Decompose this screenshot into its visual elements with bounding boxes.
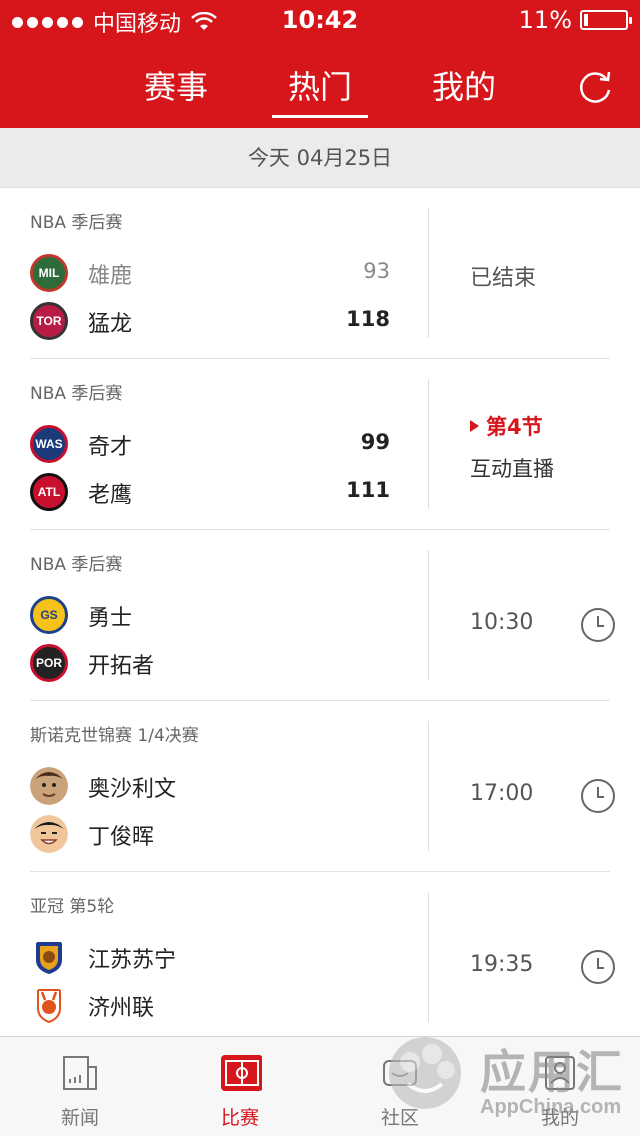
tab-label: 新闻 bbox=[60, 1107, 99, 1129]
match-card[interactable]: 斯诺克世锦赛 1/4决赛 奥沙利文 丁俊晖 17:00 bbox=[0, 701, 640, 872]
pitch-icon bbox=[221, 1055, 262, 1091]
team-row: 丁俊晖 bbox=[30, 815, 390, 853]
league-label: 斯诺克世锦赛 1/4决赛 bbox=[30, 726, 199, 746]
team-logo-icon: WAS bbox=[30, 425, 68, 463]
live-period: 第4节 bbox=[470, 411, 543, 441]
tab-news[interactable]: 新闻 bbox=[0, 1037, 160, 1136]
watermark-subtext: AppChina.com bbox=[480, 1096, 622, 1118]
team-name: 开拓者 bbox=[88, 654, 155, 679]
club-crest bbox=[36, 942, 62, 974]
clock-icon[interactable] bbox=[580, 949, 616, 985]
divider bbox=[428, 379, 429, 509]
newspaper-icon bbox=[63, 1056, 97, 1090]
team-name: 勇士 bbox=[88, 606, 133, 631]
team-row: POR 开拓者 bbox=[30, 644, 390, 682]
clock-icon[interactable] bbox=[580, 778, 616, 814]
play-triangle-icon bbox=[470, 420, 479, 432]
team-name: 江苏苏宁 bbox=[88, 948, 177, 973]
team-logo-icon: ATL bbox=[30, 473, 68, 511]
match-time: 10:30 bbox=[470, 610, 534, 635]
tab-events[interactable]: 赛事 bbox=[116, 62, 236, 108]
match-card[interactable]: NBA 季后赛 GS 勇士 POR 开拓者 10:30 bbox=[0, 530, 640, 701]
status-bar: 中国移动 10:42 11% bbox=[0, 0, 640, 40]
team-name: 奥沙利文 bbox=[88, 777, 177, 802]
appchina-watermark: 应用汇 AppChina.com bbox=[380, 1022, 640, 1132]
match-card[interactable]: NBA 季后赛 WAS 奇才 99 ATL 老鹰 111 第4节 互动直播 bbox=[0, 359, 640, 530]
team-row: 奥沙利文 bbox=[30, 767, 390, 805]
player-avatar bbox=[30, 767, 68, 805]
team-score: 99 bbox=[360, 430, 390, 454]
match-time: 17:00 bbox=[470, 781, 534, 806]
team-row: MIL 雄鹿 93 bbox=[30, 254, 390, 292]
tab-hot[interactable]: 热门 bbox=[260, 62, 380, 108]
match-status: 已结束 bbox=[470, 266, 537, 291]
league-label: NBA 季后赛 bbox=[30, 555, 123, 575]
team-name: 雄鹿 bbox=[88, 264, 133, 289]
match-card[interactable]: 亚冠 第5轮 江苏苏宁 济州联 19:35 bbox=[0, 872, 640, 1036]
battery-percent: 11% bbox=[518, 6, 572, 34]
team-row: GS 勇士 bbox=[30, 596, 390, 634]
team-row: WAS 奇才 99 bbox=[30, 425, 390, 463]
team-row: ATL 老鹰 111 bbox=[30, 473, 390, 511]
active-tab-indicator bbox=[272, 115, 368, 118]
divider bbox=[428, 721, 429, 851]
team-name: 猛龙 bbox=[88, 312, 133, 337]
match-card[interactable]: NBA 季后赛 MIL 雄鹿 93 TOR 猛龙 118 已结束 bbox=[0, 188, 640, 359]
match-time: 19:35 bbox=[470, 952, 534, 977]
team-row: 济州联 bbox=[30, 986, 390, 1024]
live-broadcast-link[interactable]: 互动直播 bbox=[470, 453, 554, 483]
watermark-logo-icon bbox=[389, 1037, 461, 1109]
divider bbox=[428, 208, 429, 338]
league-label: 亚冠 第5轮 bbox=[30, 897, 115, 917]
clock-icon[interactable] bbox=[580, 607, 616, 643]
team-logo-icon: MIL bbox=[30, 254, 68, 292]
date-bar: 今天 04月25日 bbox=[0, 128, 640, 188]
divider bbox=[428, 892, 429, 1022]
match-list: NBA 季后赛 MIL 雄鹿 93 TOR 猛龙 118 已结束 NBA 季后赛… bbox=[0, 188, 640, 1036]
team-score: 93 bbox=[363, 259, 390, 283]
team-row: 江苏苏宁 bbox=[30, 938, 390, 976]
player-avatar bbox=[30, 815, 68, 853]
battery-fill bbox=[584, 14, 588, 26]
team-logo-icon: GS bbox=[30, 596, 68, 634]
league-label: NBA 季后赛 bbox=[30, 384, 123, 404]
team-score: 111 bbox=[346, 478, 390, 502]
status-right: 11% bbox=[518, 6, 632, 34]
battery-icon bbox=[580, 10, 632, 30]
team-row: TOR 猛龙 118 bbox=[30, 302, 390, 340]
team-score: 118 bbox=[346, 307, 390, 331]
team-logo-icon: TOR bbox=[30, 302, 68, 340]
divider bbox=[428, 550, 429, 680]
team-name: 奇才 bbox=[88, 435, 133, 460]
team-logo-icon: POR bbox=[30, 644, 68, 682]
tab-label: 比赛 bbox=[220, 1107, 259, 1129]
team-name: 丁俊晖 bbox=[88, 825, 155, 850]
tab-matches[interactable]: 比赛 bbox=[160, 1037, 320, 1136]
refresh-icon[interactable] bbox=[576, 68, 614, 106]
team-name: 济州联 bbox=[88, 996, 155, 1021]
league-label: NBA 季后赛 bbox=[30, 213, 123, 233]
team-name: 老鹰 bbox=[88, 483, 133, 508]
tab-mine[interactable]: 我的 bbox=[404, 62, 524, 108]
watermark-text: 应用汇 bbox=[480, 1045, 624, 1099]
club-crest bbox=[37, 989, 61, 1024]
app-header: 中国移动 10:42 11% 赛事 热门 我的 bbox=[0, 0, 640, 128]
